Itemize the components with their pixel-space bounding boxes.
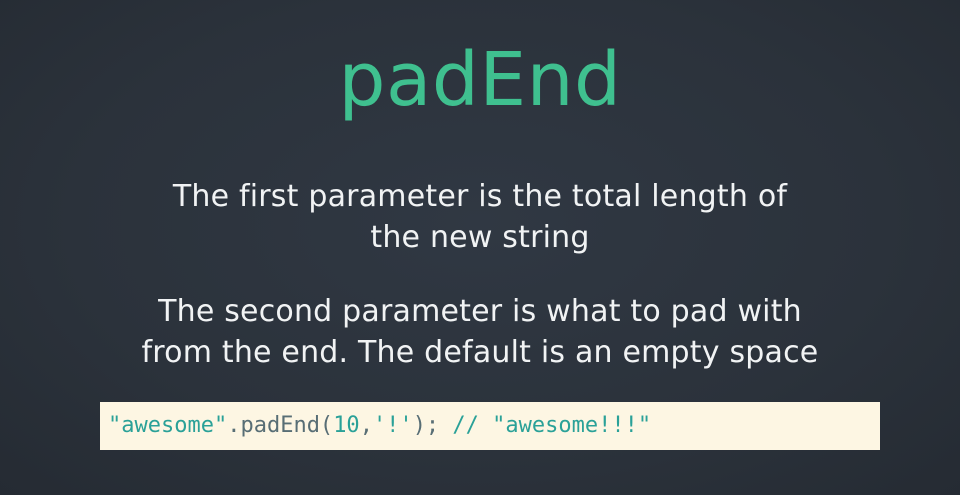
paragraph-line: The first parameter is the total length … <box>172 179 788 214</box>
code-comment: // "awesome!!!" <box>439 413 652 438</box>
paragraph-line: the new string <box>370 220 590 255</box>
code-pad-argument: '!' <box>372 413 413 438</box>
code-length-argument: 10 <box>333 413 360 438</box>
paragraph-second-parameter: The second parameter is what to pad with… <box>0 291 960 373</box>
paragraph-line: The second parameter is what to pad with <box>158 294 802 329</box>
slide-title: padEnd <box>338 37 622 123</box>
paragraph-first-parameter: The first parameter is the total length … <box>0 176 960 258</box>
code-string-literal: "awesome" <box>108 413 228 438</box>
code-comma: , <box>359 413 373 438</box>
code-method-call: .padEnd( <box>227 413 334 438</box>
code-close-paren: ); <box>412 413 440 438</box>
paragraph-line: from the end. The default is an empty sp… <box>141 335 819 370</box>
code-example: "awesome".padEnd(10,'!'); // "awesome!!!… <box>100 402 880 450</box>
slide: padEnd The first parameter is the total … <box>0 0 960 495</box>
